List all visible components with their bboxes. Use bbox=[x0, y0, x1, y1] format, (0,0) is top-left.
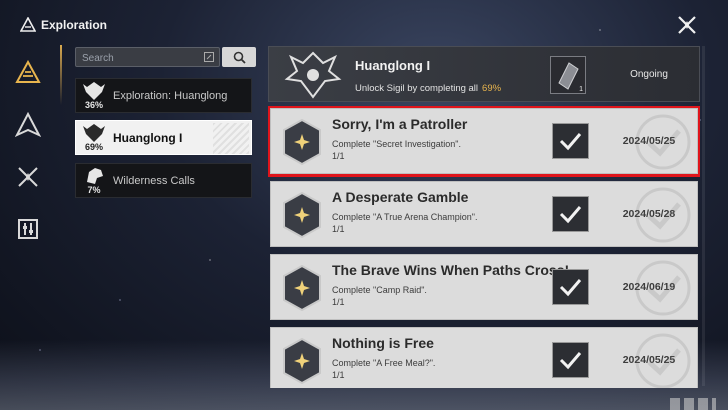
category-item-selected[interactable]: 69% Huanglong I bbox=[75, 120, 252, 155]
star-badge-icon bbox=[283, 191, 321, 239]
beast-emblem-icon bbox=[87, 168, 103, 184]
header-subtitle-text: Unlock Sigil by completing all bbox=[355, 83, 479, 94]
top-bar: Exploration bbox=[0, 0, 728, 50]
category-percent: 36% bbox=[84, 100, 103, 110]
checkmark-icon bbox=[552, 342, 589, 378]
header-title: Huanglong I bbox=[355, 58, 431, 73]
search-button[interactable] bbox=[222, 47, 256, 67]
category-label: Wilderness Calls bbox=[113, 174, 195, 187]
achievement-progress: 1/1 bbox=[332, 370, 345, 380]
exploration-icon bbox=[20, 17, 36, 32]
sliders-icon bbox=[18, 219, 38, 239]
triangle-emblem-icon bbox=[15, 112, 41, 138]
crossed-swords-icon bbox=[18, 167, 38, 187]
dragon-emblem-icon bbox=[83, 82, 105, 100]
achievement-title: Nothing is Free bbox=[332, 335, 434, 351]
checkmark-icon bbox=[552, 123, 589, 159]
rail-progress-button[interactable] bbox=[10, 107, 46, 143]
achievement-description: Complete "A True Arena Champion". bbox=[332, 212, 478, 222]
rail-settings-button[interactable] bbox=[10, 211, 46, 247]
category-item[interactable]: 36% Exploration: Huanglong bbox=[75, 78, 252, 113]
checkmark-icon bbox=[552, 196, 589, 232]
rail-divider bbox=[60, 45, 62, 105]
header-subtitle: Unlock Sigil by completing all 69% bbox=[355, 83, 501, 94]
region-header: Huanglong I Unlock Sigil by completing a… bbox=[268, 46, 700, 102]
close-icon[interactable] bbox=[676, 14, 698, 36]
rail-combat-button[interactable] bbox=[10, 159, 46, 195]
app-title: Exploration bbox=[41, 18, 108, 32]
list-scrollbar[interactable] bbox=[702, 46, 705, 386]
search-input[interactable] bbox=[76, 49, 219, 68]
achievement-title: Sorry, I'm a Patroller bbox=[332, 116, 468, 132]
achievement-title: The Brave Wins When Paths Cross! bbox=[332, 262, 570, 278]
achievement-description: Complete "A Free Meal?". bbox=[332, 358, 436, 368]
category-percent: 69% bbox=[84, 142, 103, 152]
achievement-card[interactable]: A Desperate Gamble Complete "A True Aren… bbox=[270, 181, 698, 247]
achievement-list[interactable]: Sorry, I'm a Patroller Complete "Secret … bbox=[268, 106, 700, 388]
achievement-title: A Desperate Gamble bbox=[332, 189, 469, 205]
checkmark-watermark-icon bbox=[635, 187, 691, 243]
achievement-description: Complete "Camp Raid". bbox=[332, 285, 427, 295]
search-field[interactable] bbox=[75, 47, 220, 68]
category-pattern bbox=[213, 123, 249, 154]
header-percent: 69% bbox=[482, 83, 502, 94]
edit-icon bbox=[204, 52, 214, 62]
sigil-count: 1 bbox=[579, 86, 583, 93]
category-percent: 7% bbox=[87, 185, 101, 195]
category-label: Exploration: Huanglong bbox=[113, 89, 228, 102]
rail-exploration-button[interactable] bbox=[10, 55, 46, 91]
header-status: Ongoing bbox=[630, 69, 668, 80]
achievement-card[interactable]: Nothing is Free Complete "A Free Meal?".… bbox=[270, 327, 698, 388]
search-icon bbox=[233, 51, 246, 64]
achievement-progress: 1/1 bbox=[332, 297, 345, 307]
star-badge-icon bbox=[283, 337, 321, 385]
star-badge-icon bbox=[283, 264, 321, 312]
achievement-description: Complete "Secret Investigation". bbox=[332, 139, 461, 149]
category-label: Huanglong I bbox=[113, 130, 183, 145]
footer-decoration bbox=[670, 398, 716, 410]
exploration-tab-icon bbox=[15, 60, 41, 83]
sigil-reward[interactable]: 1 bbox=[550, 56, 586, 94]
checkmark-watermark-icon bbox=[635, 114, 691, 170]
achievement-progress: 1/1 bbox=[332, 224, 345, 234]
checkmark-watermark-icon bbox=[635, 333, 691, 388]
achievement-card[interactable]: The Brave Wins When Paths Cross! Complet… bbox=[270, 254, 698, 320]
star-badge-icon bbox=[283, 118, 321, 166]
dragon-emblem-icon bbox=[83, 124, 105, 142]
checkmark-watermark-icon bbox=[635, 260, 691, 316]
achievement-card-selected[interactable]: Sorry, I'm a Patroller Complete "Secret … bbox=[268, 106, 700, 177]
achievement-progress: 1/1 bbox=[332, 151, 345, 161]
checkmark-icon bbox=[552, 269, 589, 305]
huanglong-emblem-icon bbox=[284, 51, 342, 99]
category-item[interactable]: 7% Wilderness Calls bbox=[75, 163, 252, 198]
